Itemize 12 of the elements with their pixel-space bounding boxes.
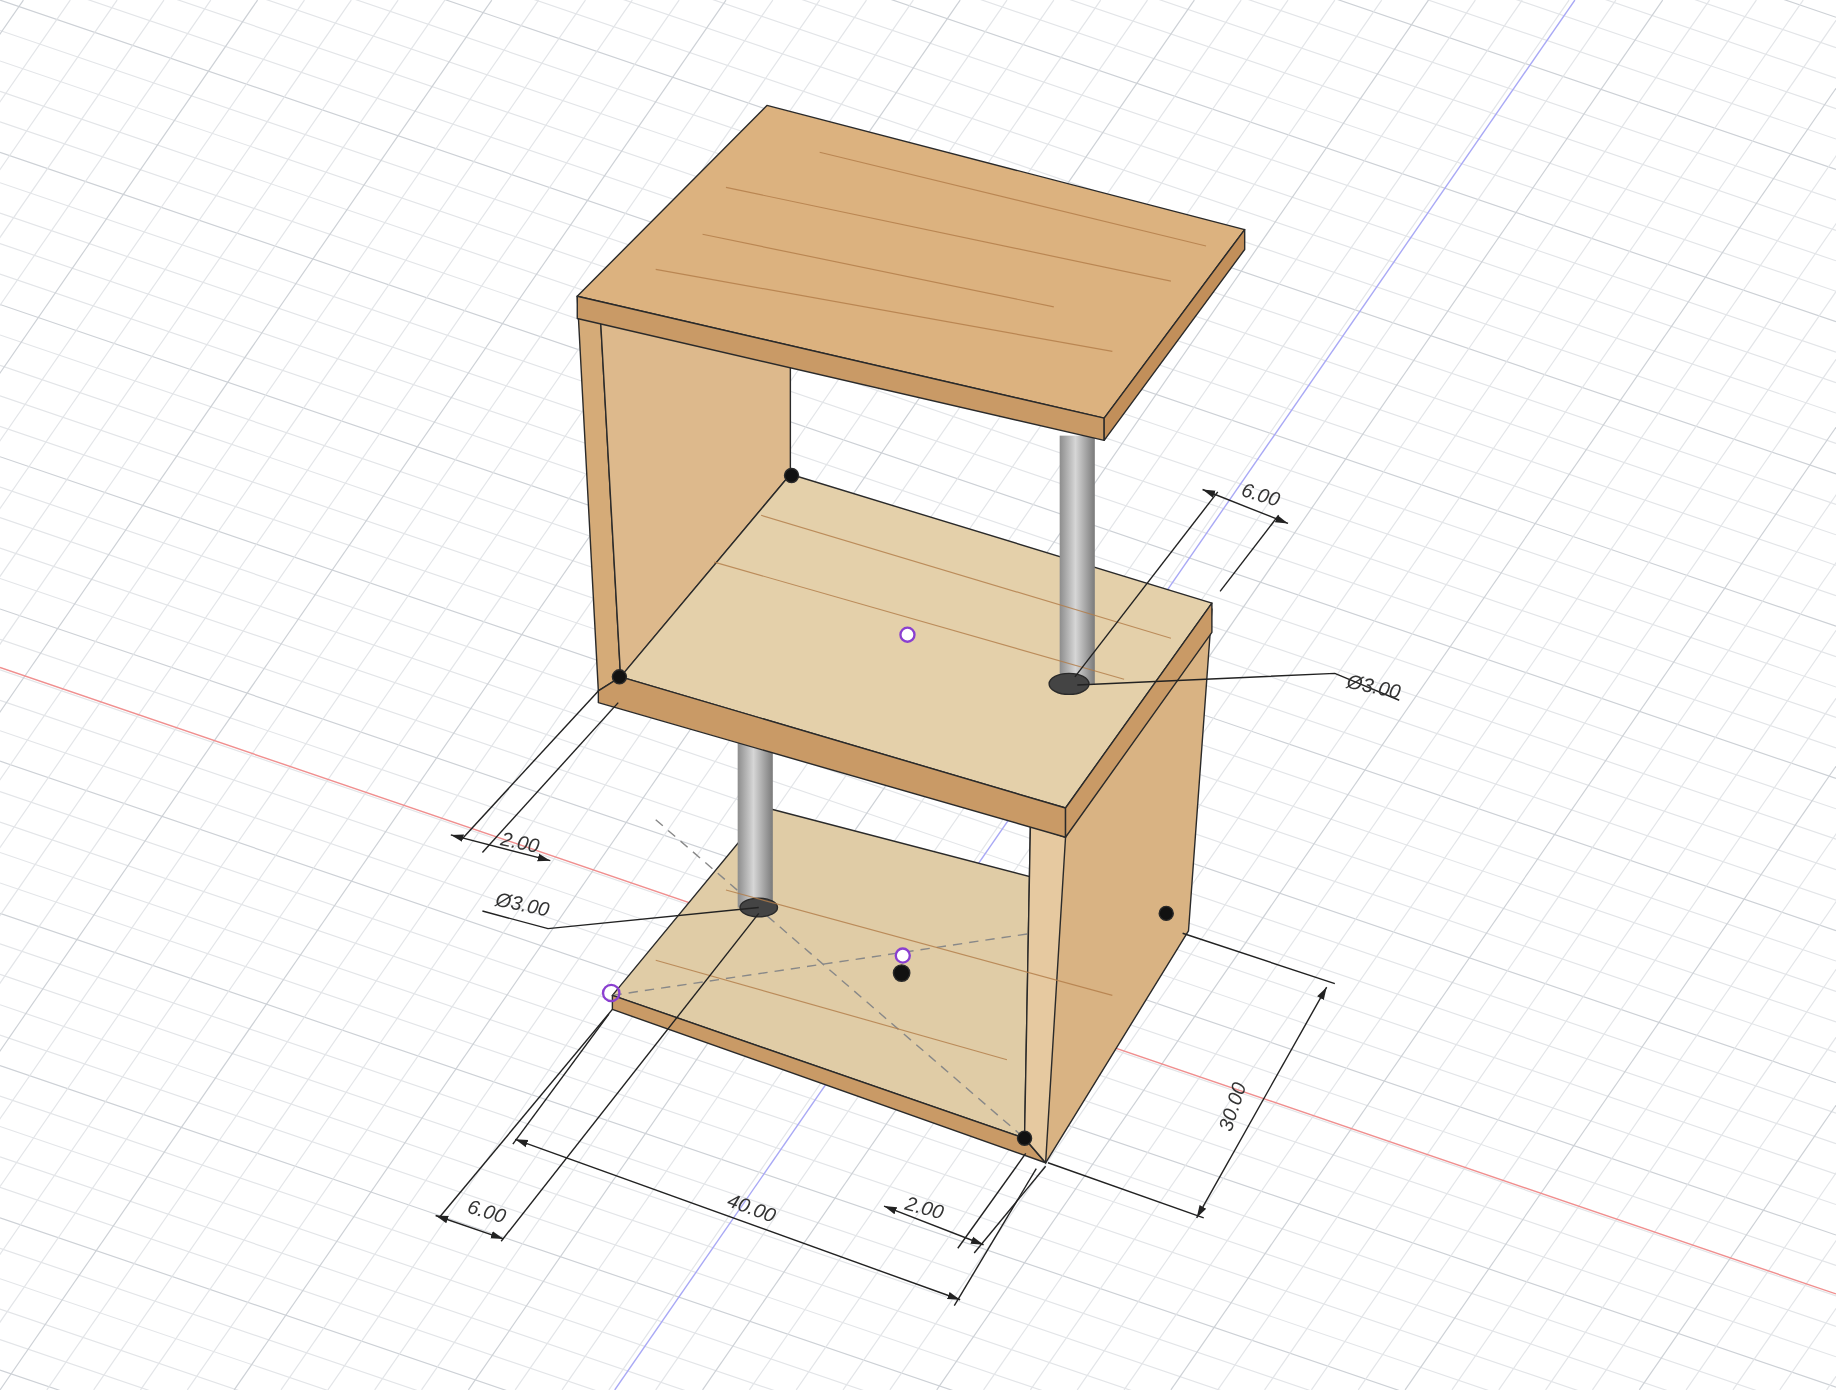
dimension-line[interactable] [512,1013,1037,1307]
dimension-value[interactable]: 2.00 [498,827,542,857]
dimension-value[interactable]: 6.00 [465,1194,509,1228]
dimension-value[interactable]: 2.00 [902,1191,947,1224]
dimension-line[interactable] [883,1152,1047,1254]
dimension-value[interactable]: 40.00 [724,1188,779,1227]
dimension-line[interactable] [450,690,619,862]
dimension-value[interactable]: 6.00 [1239,478,1283,511]
dimension-value[interactable]: 30.00 [1214,1079,1251,1134]
cad-viewport[interactable]: 6.00 Ø3.00 2.00 Ø3.00 6.00 40.00 2.00 30.00 [0,0,1836,1390]
dimension-value[interactable]: Ø3.00 [493,887,552,921]
dimension-value[interactable]: Ø3.00 [1345,670,1403,703]
